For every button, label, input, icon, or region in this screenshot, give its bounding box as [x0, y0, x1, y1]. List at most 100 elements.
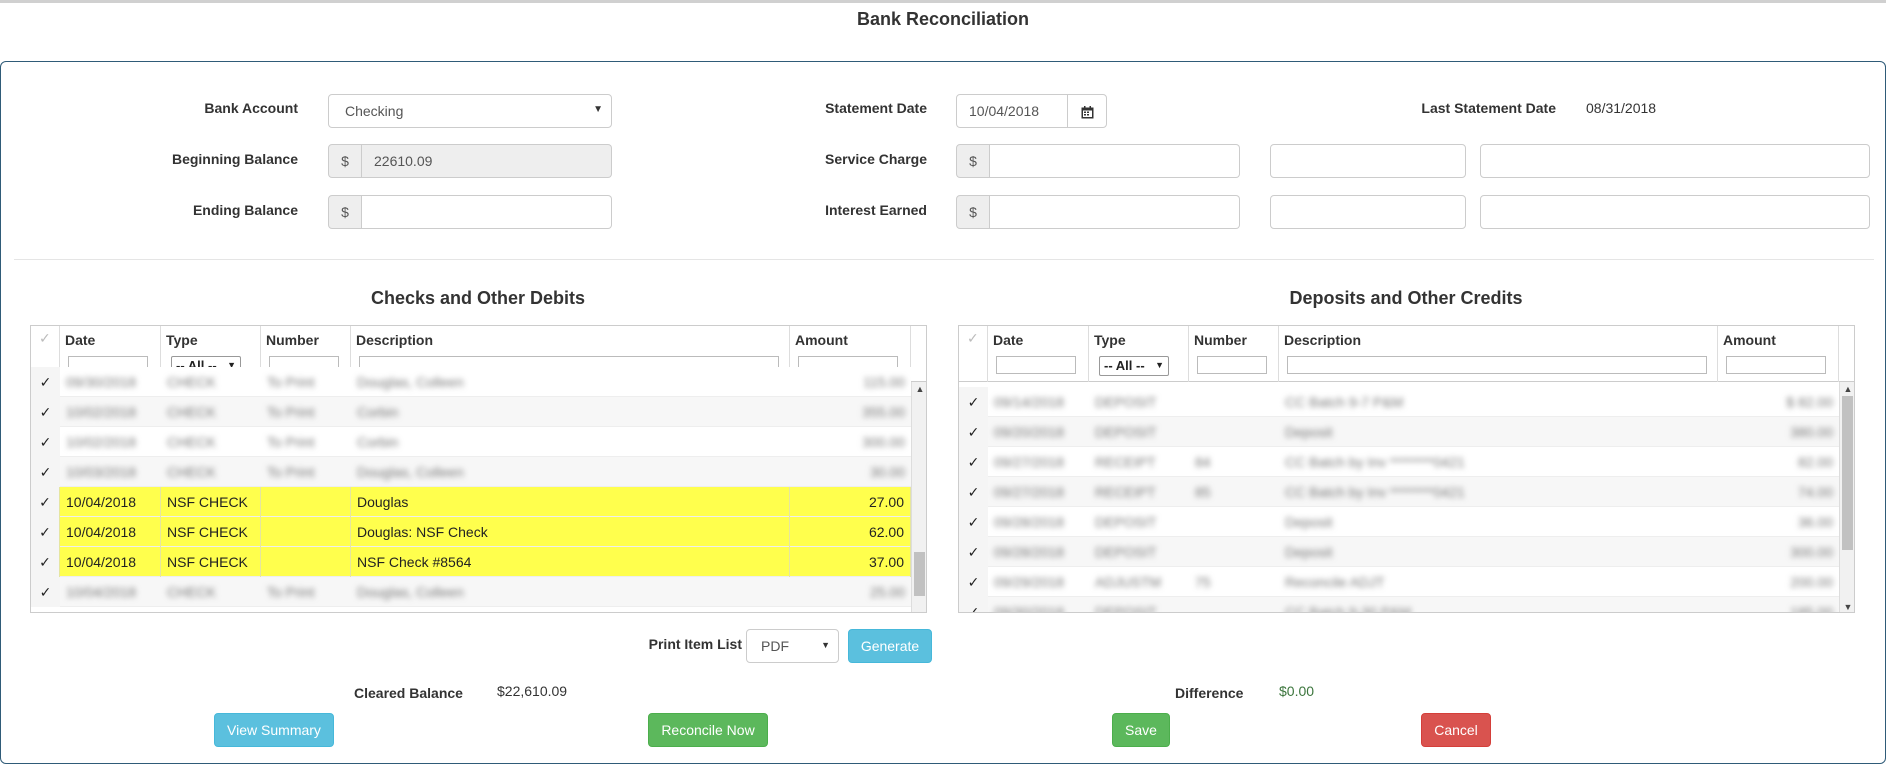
checkmark-icon: ✓ [39, 554, 51, 570]
statement-date-label: Statement Date [825, 100, 927, 116]
cell-amount: 300.00 [862, 434, 905, 450]
select-all-checkbox[interactable]: ✓ [959, 326, 988, 382]
table-row[interactable]: ✓ 09/27/2018 RECEIPT 84 CC Batch by Inv ****… [959, 447, 1839, 477]
table-row[interactable]: ✓ 09/27/2018 RECEIPT 85 CC Batch by Inv ****… [959, 477, 1839, 507]
cell-date: 10/04/2018 [60, 487, 161, 517]
column-amount-header: Amount [795, 332, 848, 348]
row-checkbox[interactable]: ✓ [959, 447, 988, 477]
row-checkbox[interactable]: ✓ [31, 457, 60, 487]
row-checkbox[interactable]: ✓ [959, 537, 988, 567]
cell-description: CC Batch 9-7 P&M [1285, 394, 1404, 410]
table-row[interactable]: ✓ 10/04/2018 NSF CHECK Douglas 27.00 [31, 487, 911, 517]
scrollbar-thumb[interactable] [914, 552, 925, 596]
row-checkbox[interactable]: ✓ [959, 387, 988, 417]
row-checkbox[interactable]: ✓ [31, 517, 60, 547]
table-row[interactable]: ✓ 10/04/2018 NSF CHECK Douglas: NSF Check 62… [31, 517, 911, 547]
cell-type: DEPOSIT [1095, 514, 1157, 530]
reconcile-now-button[interactable]: Reconcile Now [648, 713, 768, 747]
cell-type: CHECK [167, 434, 217, 450]
deposits-scrollbar[interactable]: ▲ ▼ [1839, 382, 1854, 612]
column-type[interactable]: Type -- All -- ▼ [1089, 326, 1189, 382]
row-checkbox[interactable]: ✓ [31, 397, 60, 427]
table-row[interactable]: ✓ 10/04/2018 NSF CHECK NSF Check #8564 37.00 [31, 547, 911, 577]
row-checkbox[interactable]: ✓ [31, 487, 60, 517]
cancel-button[interactable]: Cancel [1421, 713, 1491, 747]
beginning-balance-field: 22610.09 [362, 144, 612, 178]
scrollbar-thumb[interactable] [1842, 396, 1853, 550]
row-checkbox[interactable]: ✓ [31, 427, 60, 457]
bank-account-label: Bank Account [204, 100, 298, 116]
cell-amount: 200.00 [1790, 574, 1833, 590]
view-summary-button[interactable]: View Summary [214, 713, 334, 747]
cell-number: To Print [267, 374, 315, 390]
table-row[interactable]: ✓ 09/30/2018 DEPOSIT CC Batch 9-30 P&M 185.0… [959, 597, 1839, 612]
row-checkbox[interactable]: ✓ [959, 567, 988, 597]
currency-addon: $ [956, 195, 990, 229]
row-checkbox[interactable]: ✓ [959, 507, 988, 537]
ending-balance-label: Ending Balance [192, 202, 298, 218]
cell-description: Deposit [1285, 514, 1333, 530]
interest-earned-account-field[interactable] [1480, 195, 1870, 229]
column-number[interactable]: Number [1189, 326, 1279, 382]
checkmark-icon: ✓ [967, 514, 980, 530]
currency-addon: $ [328, 144, 362, 178]
cell-type: CHECK [167, 584, 217, 600]
scroll-up-icon[interactable]: ▲ [1840, 384, 1854, 394]
row-checkbox[interactable]: ✓ [959, 597, 988, 612]
column-amount[interactable]: Amount [1718, 326, 1839, 382]
table-row[interactable]: ✓ 10/02/2018 CHECK To Print Corbin 355.00 [31, 397, 911, 427]
cell-amount: 82.00 [1797, 454, 1833, 470]
table-row[interactable]: ✓ 09/30/2018 CHECK To Print Douglas, Colleen… [31, 367, 911, 397]
date-filter-input[interactable] [996, 356, 1076, 374]
generate-button[interactable]: Generate [848, 629, 932, 663]
save-button[interactable]: Save [1112, 713, 1170, 747]
bank-account-select[interactable]: Checking ▼ [328, 94, 612, 128]
service-charge-field[interactable] [990, 144, 1240, 178]
print-format-select[interactable]: PDF ▼ [746, 629, 839, 663]
row-checkbox[interactable]: ✓ [31, 577, 60, 607]
table-row[interactable]: ✓ 09/20/2018 DEPOSIT Deposit 380.00 [959, 417, 1839, 447]
cell-number: To Print [267, 404, 315, 420]
column-date[interactable]: Date [988, 326, 1089, 382]
cell-date: 09/27/2018 [994, 484, 1065, 500]
ending-balance-field[interactable] [362, 195, 612, 229]
table-row[interactable]: ✓ 09/28/2018 DEPOSIT Deposit 300.00 [959, 537, 1839, 567]
statement-date-field[interactable]: 10/04/2018 [956, 94, 1068, 128]
scroll-down-icon[interactable]: ▼ [1840, 602, 1854, 612]
column-type-header: Type [1094, 332, 1126, 348]
table-row[interactable]: ✓ 10/03/2018 CHECK To Print Douglas, Colleen… [31, 457, 911, 487]
table-row[interactable]: ✓ 09/28/2018 DEPOSIT Deposit 36.00 [959, 507, 1839, 537]
service-charge-account-field[interactable] [1480, 144, 1870, 178]
number-filter-input[interactable] [1197, 356, 1267, 374]
cell-amount: 36.00 [1797, 514, 1833, 530]
checks-grid: ✓ Date Type -- All -- ▼ Number Descriptio… [30, 325, 927, 613]
checks-scrollbar[interactable]: ▲ [911, 382, 926, 612]
row-checkbox[interactable]: ✓ [959, 477, 988, 507]
cell-amount: 300.00 [1790, 544, 1833, 560]
deposits-grid: ✓ Date Type -- All -- ▼ Number Descriptio… [958, 325, 1855, 613]
table-row[interactable]: ✓ 10/02/2018 CHECK To Print Corbin 300.00 [31, 427, 911, 457]
scroll-up-icon[interactable]: ▲ [912, 384, 926, 394]
type-filter-select[interactable]: -- All -- ▼ [1099, 356, 1169, 376]
service-charge-date-field[interactable] [1270, 144, 1466, 178]
row-checkbox[interactable]: ✓ [31, 367, 60, 397]
table-row[interactable]: ✓ 09/29/2018 ADJUSTM 75 Reconcile ADJT 200.00 [959, 567, 1839, 597]
amount-filter-input[interactable] [1726, 356, 1826, 374]
column-description[interactable]: Description [1279, 326, 1718, 382]
row-checkbox[interactable]: ✓ [31, 547, 60, 577]
row-checkbox[interactable]: ✓ [959, 417, 988, 447]
column-number-header: Number [1194, 332, 1247, 348]
cell-date: 10/02/2018 [66, 434, 137, 450]
column-date-header: Date [65, 332, 96, 348]
calendar-button[interactable] [1067, 94, 1107, 128]
interest-earned-date-field[interactable] [1270, 195, 1466, 229]
cell-number: 75 [1195, 574, 1211, 590]
interest-earned-field[interactable] [990, 195, 1240, 229]
table-row[interactable]: ✓ 10/04/2018 CHECK To Print Douglas, Colleen… [31, 577, 911, 607]
description-filter-input[interactable] [1287, 356, 1707, 374]
table-row[interactable]: ✓ 09/14/2018 DEPOSIT CC Batch 9-7 P&M $ 82.0… [959, 387, 1839, 417]
cell-number [261, 487, 351, 517]
cell-amount: 355.00 [862, 404, 905, 420]
checkmark-icon: ✓ [39, 330, 51, 346]
print-format-value: PDF [761, 638, 789, 654]
